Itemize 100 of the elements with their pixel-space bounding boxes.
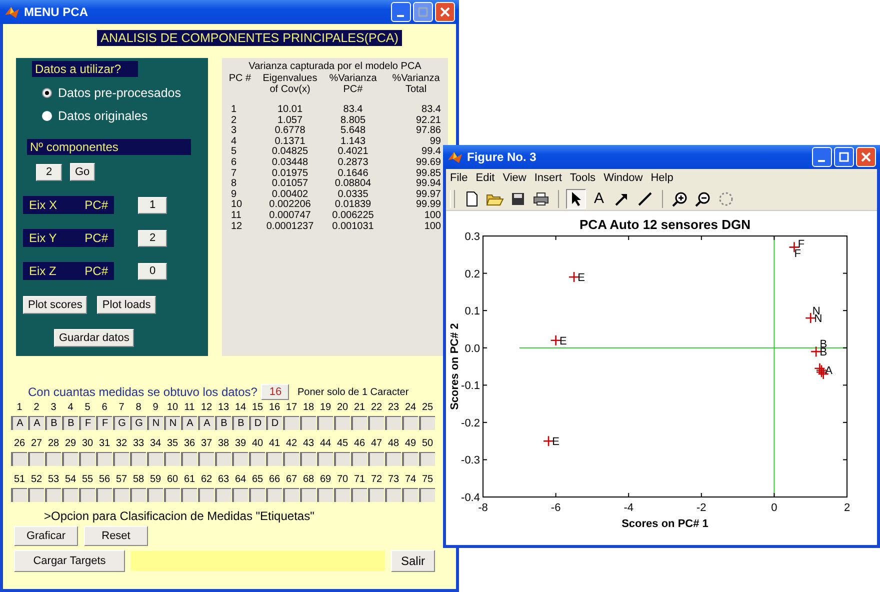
label-field[interactable]: D <box>266 416 282 430</box>
menu-item[interactable]: File <box>450 172 468 184</box>
label-field[interactable] <box>62 488 78 502</box>
action-button[interactable]: Graficar <box>14 526 78 546</box>
label-field[interactable] <box>198 452 214 466</box>
label-field[interactable] <box>147 488 163 502</box>
label-field[interactable] <box>79 452 95 466</box>
action-button[interactable]: Reset <box>84 526 148 546</box>
label-field[interactable] <box>385 452 401 466</box>
label-field[interactable] <box>266 488 282 502</box>
menu-item[interactable]: Tools <box>570 172 596 184</box>
label-field[interactable]: G <box>130 416 146 430</box>
label-field[interactable] <box>113 488 129 502</box>
load-targets-button[interactable]: Cargar Targets <box>14 550 125 572</box>
label-field[interactable] <box>164 488 180 502</box>
label-field[interactable]: G <box>113 416 129 430</box>
label-field[interactable]: B <box>62 416 78 430</box>
label-field[interactable]: A <box>181 416 197 430</box>
label-field[interactable] <box>28 488 44 502</box>
label-field[interactable]: F <box>96 416 112 430</box>
label-field[interactable]: B <box>215 416 231 430</box>
label-field[interactable]: A <box>28 416 44 430</box>
minimize-button[interactable] <box>391 2 411 22</box>
label-field[interactable] <box>11 452 27 466</box>
label-field[interactable] <box>402 452 418 466</box>
label-field[interactable] <box>96 452 112 466</box>
label-field[interactable] <box>232 488 248 502</box>
label-field[interactable]: D <box>249 416 265 430</box>
plot-button[interactable]: Plot loads <box>97 296 156 314</box>
label-field[interactable] <box>419 416 435 430</box>
go-button[interactable]: Go <box>70 163 95 181</box>
label-field[interactable] <box>317 416 333 430</box>
label-field[interactable] <box>215 452 231 466</box>
axis-field[interactable]: 0 <box>138 262 167 280</box>
close-button[interactable] <box>435 2 455 22</box>
label-field[interactable] <box>164 452 180 466</box>
label-field[interactable] <box>317 488 333 502</box>
label-field[interactable] <box>113 452 129 466</box>
measures-field[interactable]: 16 <box>261 384 290 400</box>
label-field[interactable] <box>368 488 384 502</box>
label-field[interactable] <box>79 488 95 502</box>
label-field[interactable] <box>62 452 78 466</box>
menu-item[interactable]: Edit <box>476 172 495 184</box>
label-field[interactable] <box>351 416 367 430</box>
label-field[interactable] <box>385 488 401 502</box>
radio-button[interactable] <box>42 88 52 98</box>
label-field[interactable] <box>334 452 350 466</box>
radio-button[interactable] <box>42 111 52 121</box>
label-field[interactable] <box>198 488 214 502</box>
axis-field[interactable]: 1 <box>138 196 167 214</box>
label-field[interactable] <box>266 452 282 466</box>
text-tool-button[interactable]: A <box>589 188 609 208</box>
maximize-button[interactable] <box>834 147 854 167</box>
label-field[interactable] <box>402 416 418 430</box>
label-field[interactable] <box>45 488 61 502</box>
label-field[interactable] <box>334 416 350 430</box>
label-field[interactable] <box>419 452 435 466</box>
maximize-button[interactable] <box>413 2 433 22</box>
label-field[interactable] <box>232 452 248 466</box>
label-field[interactable] <box>351 452 367 466</box>
label-field[interactable] <box>334 488 350 502</box>
label-field[interactable]: B <box>45 416 61 430</box>
minimize-button[interactable] <box>812 147 832 167</box>
label-field[interactable] <box>130 488 146 502</box>
label-field[interactable] <box>181 452 197 466</box>
label-field[interactable] <box>419 488 435 502</box>
label-field[interactable] <box>368 452 384 466</box>
label-field[interactable] <box>300 452 316 466</box>
label-field[interactable] <box>300 416 316 430</box>
label-field[interactable] <box>283 452 299 466</box>
label-field[interactable] <box>300 488 316 502</box>
axis-field[interactable]: 2 <box>138 230 167 246</box>
plot-button[interactable]: Plot scores <box>23 296 88 314</box>
label-field[interactable] <box>181 488 197 502</box>
label-field[interactable]: N <box>164 416 180 430</box>
label-field[interactable]: F <box>79 416 95 430</box>
exit-button[interactable]: Salir <box>391 550 435 572</box>
close-button[interactable] <box>856 147 876 167</box>
components-field[interactable]: 2 <box>36 164 62 180</box>
label-field[interactable] <box>283 488 299 502</box>
label-field[interactable] <box>11 488 27 502</box>
label-field[interactable] <box>283 416 299 430</box>
targets-field[interactable] <box>131 551 385 571</box>
label-field[interactable] <box>96 488 112 502</box>
menu-item[interactable]: Insert <box>534 172 562 184</box>
label-field[interactable] <box>130 452 146 466</box>
label-field[interactable] <box>368 416 384 430</box>
label-field[interactable]: A <box>198 416 214 430</box>
pointer-icon[interactable] <box>566 188 586 208</box>
menu-item[interactable]: View <box>502 172 526 184</box>
label-field[interactable] <box>147 452 163 466</box>
label-field[interactable] <box>317 452 333 466</box>
label-field[interactable] <box>215 488 231 502</box>
label-field[interactable] <box>385 416 401 430</box>
menu-item[interactable]: Help <box>650 172 674 184</box>
label-field[interactable] <box>351 488 367 502</box>
label-field[interactable] <box>45 452 61 466</box>
label-field[interactable] <box>402 488 418 502</box>
save-button[interactable]: Guardar datos <box>54 329 134 347</box>
menu-item[interactable]: Window <box>604 172 643 184</box>
